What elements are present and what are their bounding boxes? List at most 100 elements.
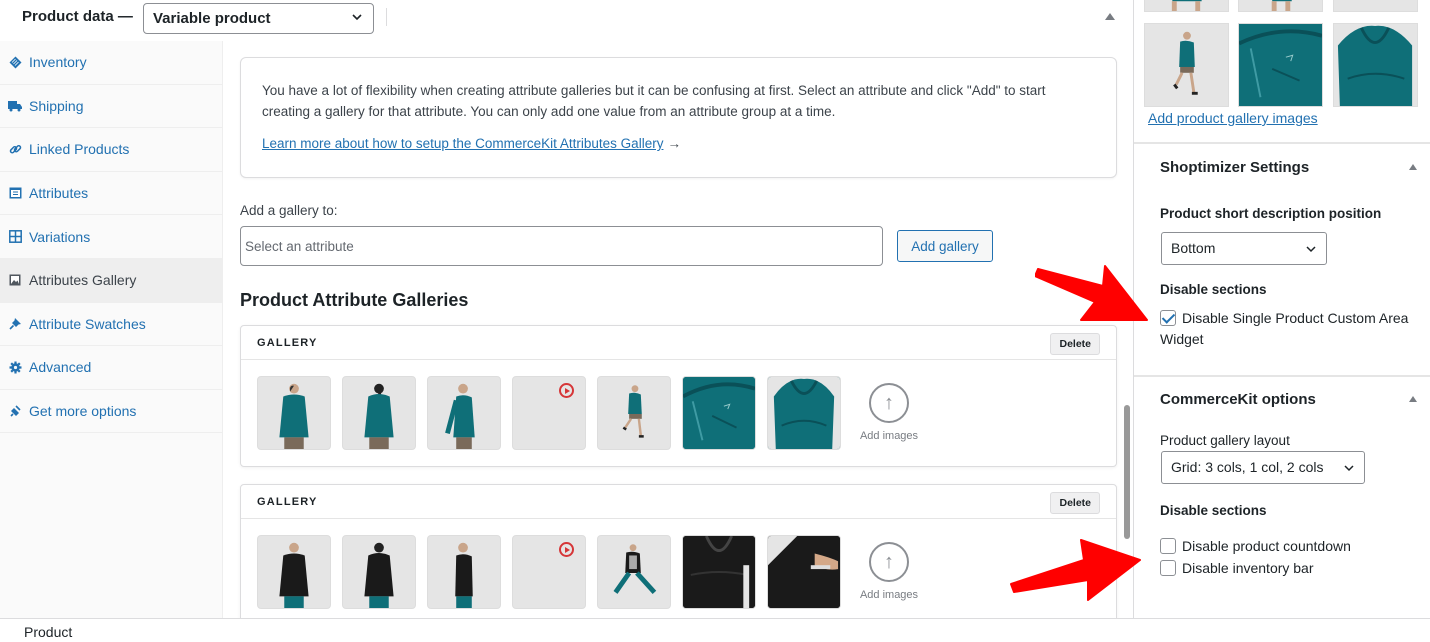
gallery-thumbnail[interactable] [767, 376, 841, 450]
gallery-thumbnail[interactable] [682, 535, 756, 609]
product-gallery-thumbnail[interactable] [1144, 23, 1229, 107]
add-images-button[interactable]: ↑ Add images [852, 535, 926, 609]
galleries-heading: Product Attribute Galleries [240, 290, 469, 310]
gallery-thumbnail[interactable] [257, 376, 331, 450]
tab-label: Variations [29, 228, 91, 245]
gallery-video-thumbnail[interactable] [512, 535, 586, 609]
tab-label: Attributes Gallery [29, 272, 137, 289]
product-gallery-thumbnail[interactable] [1333, 0, 1418, 12]
gallery-card: GALLERY Delete ↑ Add images [240, 484, 1117, 618]
add-images-label: Add images [859, 589, 919, 601]
gallery-thumbnail[interactable] [682, 376, 756, 450]
gallery-thumbnail[interactable] [257, 535, 331, 609]
gallery-thumbnail[interactable] [342, 376, 416, 450]
gallery-title: GALLERY [257, 496, 318, 508]
product-gallery-thumbnail[interactable] [1238, 23, 1323, 107]
tab-linked-products[interactable]: Linked Products [0, 128, 222, 172]
commercekit-disable-sections-label: Disable sections [1160, 503, 1267, 518]
gallery-card: GALLERY Delete ↑ Add images [240, 325, 1117, 467]
add-images-button[interactable]: ↑ Add images [852, 376, 926, 450]
list-icon [8, 186, 22, 200]
gallery-header: GALLERY Delete [241, 485, 1116, 519]
product-type-value: Variable product [153, 10, 271, 27]
delete-gallery-button[interactable]: Delete [1050, 333, 1100, 355]
tab-advanced[interactable]: Advanced [0, 346, 222, 390]
gallery-thumbnail[interactable] [597, 535, 671, 609]
tab-attributes-gallery[interactable]: Attributes Gallery [0, 258, 222, 303]
delete-gallery-button[interactable]: Delete [1050, 492, 1100, 514]
tab-get-more-options[interactable]: Get more options [0, 390, 222, 434]
gallery-layout-select[interactable]: Grid: 3 cols, 1 col, 2 cols [1161, 451, 1365, 484]
collapse-toggle-icon[interactable] [1105, 13, 1115, 20]
panel-divider [1134, 142, 1430, 144]
attributes-gallery-panel: You have a lot of flexibility when creat… [224, 41, 1130, 618]
chevron-down-icon [1344, 465, 1354, 472]
gallery-thumbnail[interactable] [597, 376, 671, 450]
attribute-select-input[interactable] [240, 226, 883, 266]
add-gallery-button[interactable]: Add gallery [897, 230, 993, 262]
plugin-icon [8, 404, 22, 418]
checkbox-label: Disable Single Product Custom Area Widge… [1160, 310, 1409, 347]
tab-inventory[interactable]: Inventory [0, 41, 222, 85]
learn-more-link[interactable]: Learn more about how to setup the Commer… [262, 136, 663, 151]
gallery-thumbnails: ↑ Add images [257, 376, 926, 450]
checkbox-label: Disable product countdown [1182, 538, 1351, 554]
gallery-thumbnail[interactable] [427, 535, 501, 609]
footer-bar: Product [0, 618, 1430, 642]
gallery-thumbnail[interactable] [767, 535, 841, 609]
shoptimizer-settings-title[interactable]: Shoptimizer Settings [1160, 159, 1309, 176]
disable-custom-area-widget-checkbox[interactable] [1160, 310, 1176, 326]
tag-icon [8, 55, 22, 69]
tab-attributes[interactable]: Attributes [0, 172, 222, 216]
add-images-label: Add images [859, 430, 919, 442]
footer-label: Product [24, 624, 73, 640]
tab-label: Linked Products [29, 141, 130, 158]
collapse-commercekit-icon[interactable] [1409, 396, 1417, 402]
desc-position-value: Bottom [1171, 240, 1216, 256]
product-gallery-thumbnail[interactable] [1238, 0, 1323, 12]
tab-shipping[interactable]: Shipping [0, 85, 222, 129]
tab-label: Get more options [29, 403, 137, 420]
product-data-header: Product data — Variable product [0, 0, 1130, 40]
image-icon [8, 273, 22, 287]
product-data-title: Product data — [22, 8, 133, 25]
product-gallery-thumbnail[interactable] [1333, 23, 1418, 107]
info-notice: You have a lot of flexibility when creat… [240, 57, 1117, 178]
gear-icon [8, 360, 22, 374]
info-text: You have a lot of flexibility when creat… [262, 83, 1046, 119]
disable-inventory-bar-checkbox[interactable] [1160, 560, 1176, 576]
commercekit-options-title[interactable]: CommerceKit options [1160, 391, 1316, 408]
tab-label: Inventory [29, 54, 87, 71]
gallery-layout-value: Grid: 3 cols, 1 col, 2 cols [1171, 459, 1324, 475]
product-gallery-thumbnail[interactable] [1144, 0, 1229, 12]
gallery-video-thumbnail[interactable] [512, 376, 586, 450]
tab-label: Attributes [29, 185, 89, 202]
add-product-gallery-images-link[interactable]: Add product gallery images [1148, 110, 1318, 126]
right-sidebar: Add product gallery images Shoptimizer S… [1133, 0, 1430, 642]
play-video-icon [559, 383, 574, 398]
disable-custom-area-widget-option[interactable]: Disable Single Product Custom Area Widge… [1160, 308, 1420, 350]
desc-position-label: Product short description position [1160, 206, 1382, 221]
gallery-title: GALLERY [257, 337, 318, 349]
disable-product-countdown-checkbox[interactable] [1160, 538, 1176, 554]
panel-divider [1134, 375, 1430, 377]
truck-icon [8, 99, 22, 113]
gallery-thumbnails: ↑ Add images [257, 535, 926, 609]
tab-label: Advanced [29, 359, 92, 376]
disable-inventory-bar-option[interactable]: Disable inventory bar [1160, 558, 1420, 579]
shoptimizer-disable-sections-label: Disable sections [1160, 282, 1267, 297]
tab-label: Shipping [29, 97, 84, 114]
grid-icon [8, 230, 22, 244]
gallery-thumbnail[interactable] [427, 376, 501, 450]
collapse-shoptimizer-icon[interactable] [1409, 164, 1417, 170]
product-type-select[interactable]: Variable product [143, 3, 374, 34]
gallery-thumbnail[interactable] [342, 535, 416, 609]
tab-attribute-swatches[interactable]: Attribute Swatches [0, 303, 222, 347]
disable-product-countdown-option[interactable]: Disable product countdown [1160, 536, 1420, 557]
desc-position-select[interactable]: Bottom [1161, 232, 1327, 265]
main-scrollbar[interactable] [1124, 405, 1130, 539]
link-icon [8, 142, 22, 156]
tab-variations[interactable]: Variations [0, 215, 222, 259]
chevron-down-icon [352, 14, 362, 21]
gallery-header: GALLERY Delete [241, 326, 1116, 360]
